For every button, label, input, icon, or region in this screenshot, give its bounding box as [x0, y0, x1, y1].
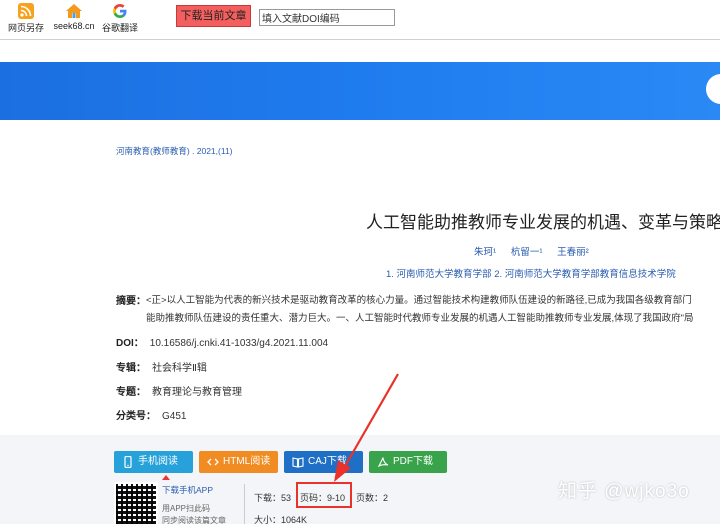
author-link[interactable]: 朱珂¹ [474, 247, 496, 258]
affiliations[interactable]: 1. 河南师范大学教育学部 2. 河南师范大学教育学部教育信息技术学院 [386, 266, 676, 280]
series-label: 专辑： [116, 363, 146, 374]
mobile-read-button[interactable]: 手机阅读 [114, 451, 193, 473]
book-icon [292, 457, 304, 468]
classification-row: 分类号： G451 [116, 407, 186, 422]
topic-value: 教育理论与教育管理 [152, 387, 242, 398]
app-sync-hint: 同步阅读该篇文章 [162, 516, 226, 524]
topic-row: 专题： 教育理论与教育管理 [116, 383, 242, 398]
author-link[interactable]: 杭留一¹ [511, 247, 543, 258]
google-translate-tool[interactable]: 谷歌翻译 [96, 0, 144, 38]
site-banner [0, 62, 720, 120]
alert-triangle-icon [162, 475, 170, 480]
doi-input[interactable] [259, 9, 395, 26]
browser-toolbar: 网页另存 seek68.cn 谷歌翻译 下载当前文章 [0, 0, 720, 40]
abstract-text-line-1: <正>以人工智能为代表的新兴技术是驱动教育改革的核心力量。通过智能技术构建教师队… [146, 295, 692, 306]
save-page-tool[interactable]: 网页另存 [2, 0, 50, 38]
page: 网页另存 seek68.cn 谷歌翻译 下载当前文章 河南教育(教师教育) . … [0, 0, 720, 524]
author-link[interactable]: 王春丽² [557, 247, 589, 258]
abstract-text-line-2: 能助推教师队伍建设的责任重大、潜力巨大。一、人工智能时代教师专业发展的机遇人工智… [146, 313, 694, 324]
save-page-label: 网页另存 [7, 23, 44, 33]
series-row: 专辑： 社会科学Ⅱ辑 [116, 359, 207, 374]
code-icon [207, 458, 219, 466]
phone-icon [124, 456, 132, 468]
rss-save-icon [18, 3, 34, 19]
header-band [0, 40, 720, 62]
seek68-tool[interactable]: seek68.cn [50, 0, 98, 38]
app-scan-hint: 用APP扫此码 [162, 504, 211, 513]
series-value: 社会科学Ⅱ辑 [152, 363, 207, 374]
article-title: 人工智能助推教师专业发展的机遇、变革与策略 [366, 213, 720, 232]
annotation-highlight-box [296, 482, 352, 508]
google-translate-label: 谷歌翻译 [101, 23, 138, 33]
download-app-link[interactable]: 下载手机APP [162, 484, 213, 496]
doi-row: DOI： 10.16586/j.cnki.41-1033/g4.2021.11.0… [116, 334, 328, 349]
annotation-arrow-icon [334, 373, 399, 482]
classification-value: G451 [162, 411, 187, 422]
html-read-button[interactable]: HTML阅读 [199, 451, 278, 473]
mobile-read-label: 手机阅读 [138, 456, 178, 467]
journal-source[interactable]: 河南教育(教师教育) . 2021,(11) [116, 145, 233, 157]
topic-label: 专题： [116, 387, 146, 398]
watermark: 知乎 @wjko3o [558, 481, 690, 502]
html-read-label: HTML阅读 [223, 456, 271, 467]
author-list: 朱珂¹ 杭留一¹ 王春丽² [474, 244, 601, 258]
divider [244, 484, 245, 524]
doi-value: 10.16586/j.cnki.41-1033/g4.2021.11.004 [149, 338, 329, 349]
abstract-label: 摘要： [116, 296, 146, 307]
classification-label: 分类号： [116, 411, 156, 422]
qr-code [114, 482, 158, 524]
download-current-article-button[interactable]: 下载当前文章 [176, 5, 251, 27]
google-icon [113, 4, 127, 18]
seek68-label: seek68.cn [53, 21, 95, 31]
page-count: 页数：2 [356, 493, 389, 503]
doi-label: DOI： [116, 338, 144, 349]
file-size: 大小：1064K [254, 515, 308, 524]
download-count: 下载：53 [254, 493, 292, 503]
home-icon [66, 4, 82, 18]
